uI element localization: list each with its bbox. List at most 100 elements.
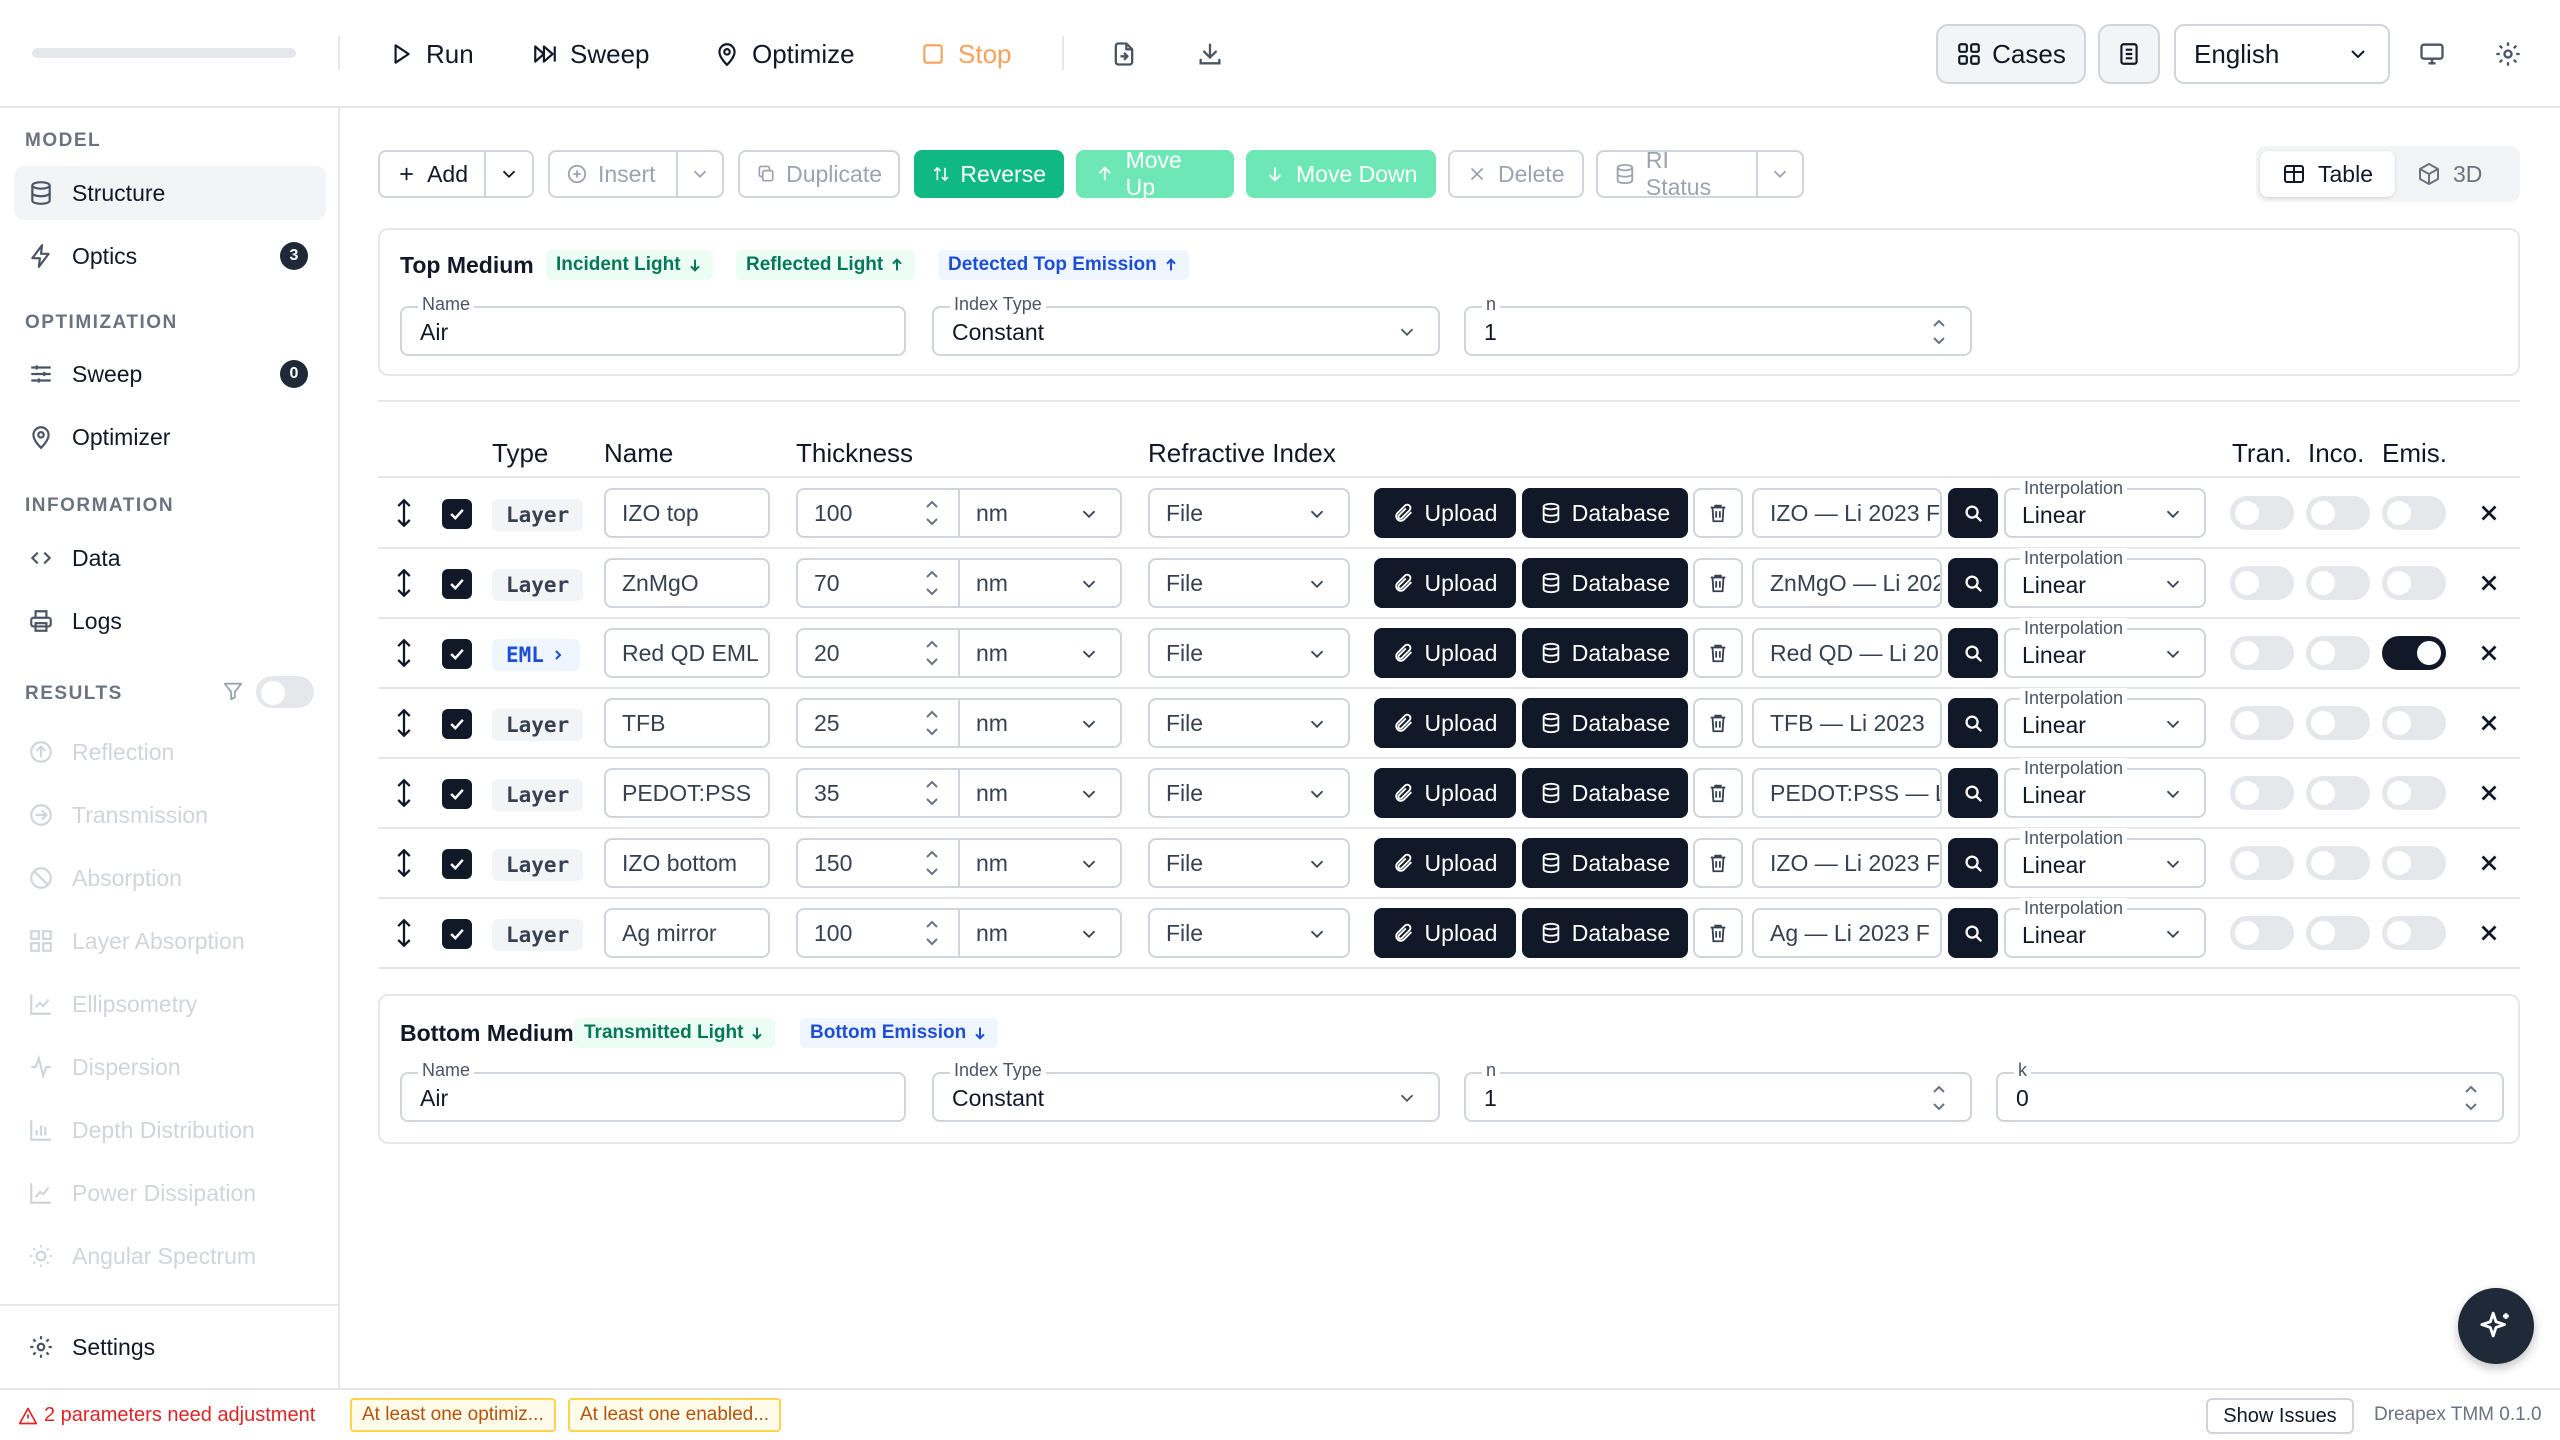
tran-toggle[interactable] xyxy=(2230,496,2294,530)
clear-file-button[interactable] xyxy=(1693,838,1743,888)
search-file-button[interactable] xyxy=(1948,488,1998,538)
stepper-icon[interactable] xyxy=(924,635,940,671)
ri-source-select[interactable]: File xyxy=(1148,838,1350,888)
optimize-button[interactable]: Optimize xyxy=(714,30,855,78)
download-button[interactable] xyxy=(1190,34,1230,74)
tran-toggle[interactable] xyxy=(2230,776,2294,810)
insert-menu-button[interactable] xyxy=(676,150,724,198)
top-medium-index-type-select[interactable]: Index Type Constant xyxy=(932,294,1440,356)
database-button[interactable]: Database xyxy=(1522,838,1688,888)
stop-button[interactable]: Stop xyxy=(920,30,1012,78)
sidebar-item-depth-distribution[interactable]: Depth Distribution xyxy=(14,1103,326,1157)
drag-handle-icon[interactable] xyxy=(390,568,418,598)
interpolation-select[interactable]: Interpolation Linear xyxy=(2004,478,2206,538)
unit-select[interactable]: nm xyxy=(958,488,1122,538)
sidebar-item-absorption[interactable]: Absorption xyxy=(14,851,326,905)
upload-button[interactable]: Upload xyxy=(1374,838,1516,888)
move-up-button[interactable]: Move Up xyxy=(1076,147,1234,200)
search-file-button[interactable] xyxy=(1948,558,1998,608)
tran-toggle[interactable] xyxy=(2230,846,2294,880)
tran-toggle[interactable] xyxy=(2230,916,2294,950)
upload-button[interactable]: Upload xyxy=(1374,908,1516,958)
layer-name-input[interactable]: ZnMgO xyxy=(604,558,770,608)
remove-row-icon[interactable] xyxy=(2476,920,2502,946)
drag-handle-icon[interactable] xyxy=(390,848,418,878)
emis-toggle[interactable] xyxy=(2382,776,2446,810)
thickness-input[interactable]: 150 xyxy=(796,838,960,888)
view-3d-button[interactable]: 3D xyxy=(2395,151,2504,197)
thickness-input[interactable]: 100 xyxy=(796,908,960,958)
sweep-button[interactable]: Sweep xyxy=(532,30,650,78)
layer-name-input[interactable]: TFB xyxy=(604,698,770,748)
layer-name-input[interactable]: Red QD EML xyxy=(604,628,770,678)
inco-toggle[interactable] xyxy=(2306,636,2370,670)
filter-icon[interactable] xyxy=(222,680,244,702)
stepper-icon[interactable] xyxy=(924,845,940,881)
inco-toggle[interactable] xyxy=(2306,776,2370,810)
search-file-button[interactable] xyxy=(1948,768,1998,818)
thickness-input[interactable]: 70 xyxy=(796,558,960,608)
insert-button[interactable]: Insert xyxy=(548,150,678,198)
drag-handle-icon[interactable] xyxy=(390,778,418,808)
sidebar-item-layer-absorption[interactable]: Layer Absorption xyxy=(14,914,326,968)
remove-row-icon[interactable] xyxy=(2476,640,2502,666)
ri-source-select[interactable]: File xyxy=(1148,768,1350,818)
upload-button[interactable]: Upload xyxy=(1374,488,1516,538)
clear-file-button[interactable] xyxy=(1693,558,1743,608)
remove-row-icon[interactable] xyxy=(2476,780,2502,806)
clear-file-button[interactable] xyxy=(1693,768,1743,818)
inco-toggle[interactable] xyxy=(2306,706,2370,740)
top-medium-name-field[interactable]: Name Air xyxy=(400,294,906,356)
database-button[interactable]: Database xyxy=(1522,768,1688,818)
move-down-button[interactable]: Move Down xyxy=(1246,150,1436,198)
search-file-button[interactable] xyxy=(1948,908,1998,958)
sidebar-item-logs[interactable]: Logs xyxy=(14,594,326,648)
row-checkbox[interactable] xyxy=(442,499,472,529)
display-button[interactable] xyxy=(2412,34,2452,74)
ri-source-select[interactable]: File xyxy=(1148,908,1350,958)
bottom-medium-name-field[interactable]: Name Air xyxy=(400,1060,906,1122)
ri-source-select[interactable]: File xyxy=(1148,558,1350,608)
drag-handle-icon[interactable] xyxy=(390,638,418,668)
search-file-button[interactable] xyxy=(1948,838,1998,888)
sidebar-item-optics[interactable]: Optics 3 xyxy=(14,229,326,283)
row-checkbox[interactable] xyxy=(442,569,472,599)
stepper-icon[interactable] xyxy=(924,705,940,741)
stepper-icon[interactable] xyxy=(1930,1080,1948,1116)
database-button[interactable]: Database xyxy=(1522,558,1688,608)
ri-status-menu-button[interactable] xyxy=(1756,150,1804,198)
layer-name-input[interactable]: IZO bottom xyxy=(604,838,770,888)
bottom-medium-n-field[interactable]: n 1 xyxy=(1464,1060,1972,1122)
add-menu-button[interactable] xyxy=(484,150,534,198)
layer-type-badge[interactable]: EML xyxy=(492,639,580,671)
add-button[interactable]: Add xyxy=(378,150,486,198)
drag-handle-icon[interactable] xyxy=(390,498,418,528)
sidebar-item-reflection[interactable]: Reflection xyxy=(14,725,326,779)
row-checkbox[interactable] xyxy=(442,919,472,949)
ri-file-input[interactable]: Ag — Li 2023 F xyxy=(1752,908,1942,958)
clear-file-button[interactable] xyxy=(1693,698,1743,748)
run-button[interactable]: Run xyxy=(388,30,474,78)
upload-button[interactable]: Upload xyxy=(1374,628,1516,678)
inco-toggle[interactable] xyxy=(2306,496,2370,530)
thickness-input[interactable]: 25 xyxy=(796,698,960,748)
ri-source-select[interactable]: File xyxy=(1148,628,1350,678)
duplicate-button[interactable]: Duplicate xyxy=(738,150,900,198)
row-checkbox[interactable] xyxy=(442,709,472,739)
database-button[interactable]: Database xyxy=(1522,908,1688,958)
drag-handle-icon[interactable] xyxy=(390,918,418,948)
tran-toggle[interactable] xyxy=(2230,706,2294,740)
stepper-icon[interactable] xyxy=(924,495,940,531)
clear-file-button[interactable] xyxy=(1693,628,1743,678)
issue-chip[interactable]: At least one optimiz... xyxy=(350,1398,556,1432)
stepper-icon[interactable] xyxy=(2462,1080,2480,1116)
show-issues-button[interactable]: Show Issues xyxy=(2206,1398,2354,1434)
ri-file-input[interactable]: PEDOT:PSS — Li xyxy=(1752,768,1942,818)
view-table-button[interactable]: Table xyxy=(2260,151,2395,197)
bottom-medium-index-type-select[interactable]: Index Type Constant xyxy=(932,1060,1440,1122)
remove-row-icon[interactable] xyxy=(2476,850,2502,876)
layer-name-input[interactable]: Ag mirror xyxy=(604,908,770,958)
search-file-button[interactable] xyxy=(1948,698,1998,748)
remove-row-icon[interactable] xyxy=(2476,570,2502,596)
clear-file-button[interactable] xyxy=(1693,908,1743,958)
